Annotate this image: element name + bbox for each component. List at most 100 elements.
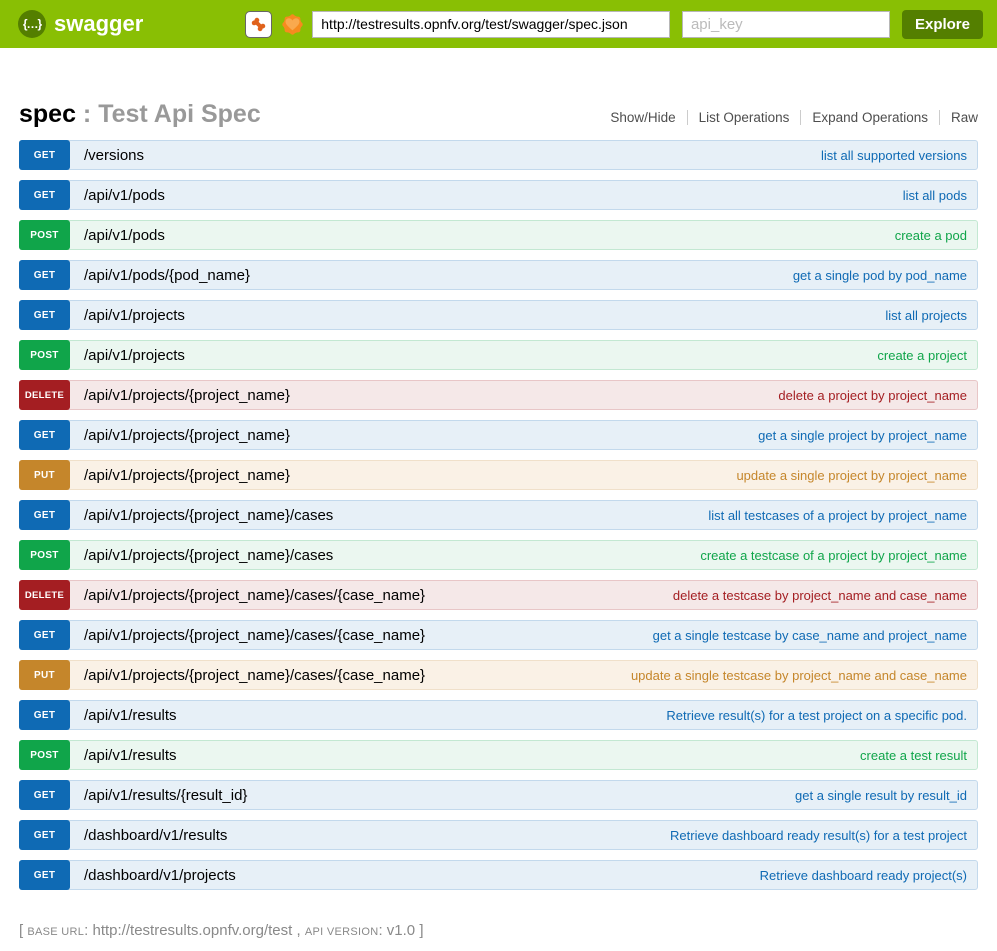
method-badge[interactable]: GET [19, 140, 70, 170]
operation-summary[interactable]: list all projects [885, 308, 967, 323]
endpoint-path[interactable]: /versions [84, 147, 821, 164]
operation-summary[interactable]: get a single result by result_id [795, 788, 967, 803]
operation-summary[interactable]: update a single testcase by project_name… [631, 668, 967, 683]
operation-row[interactable]: DELETE /api/v1/projects/{project_name}/c… [19, 580, 978, 610]
operation-row[interactable]: PUT /api/v1/projects/{project_name} upda… [19, 460, 978, 490]
method-badge[interactable]: POST [19, 540, 70, 570]
method-badge[interactable]: GET [19, 780, 70, 810]
bone-icon [249, 15, 268, 34]
endpoint-path[interactable]: /api/v1/results/{result_id} [84, 787, 795, 804]
endpoint-path[interactable]: /api/v1/projects/{project_name}/cases/{c… [84, 627, 653, 644]
endpoint-path[interactable]: /api/v1/results [84, 707, 666, 724]
bone-button[interactable] [245, 11, 272, 38]
operation-row[interactable]: GET /api/v1/projects/{project_name}/case… [19, 620, 978, 650]
operation-row[interactable]: GET /api/v1/projects/{project_name} get … [19, 420, 978, 450]
toolbar-link[interactable]: Raw [951, 110, 978, 125]
base-url-value: http://testresults.opnfv.org/test [93, 922, 293, 939]
explore-button[interactable]: Explore [902, 10, 983, 39]
method-badge[interactable]: GET [19, 820, 70, 850]
endpoint-path[interactable]: /api/v1/projects [84, 347, 877, 364]
operation-summary[interactable]: update a single project by project_name [736, 468, 967, 483]
operation-row[interactable]: GET /api/v1/projects list all projects [19, 300, 978, 330]
operation-summary[interactable]: list all supported versions [821, 148, 967, 163]
footer-bracket-close: ] [415, 922, 423, 939]
method-badge[interactable]: DELETE [19, 580, 70, 610]
method-badge[interactable]: GET [19, 180, 70, 210]
operation-summary[interactable]: create a testcase of a project by projec… [700, 548, 967, 563]
method-badge[interactable]: GET [19, 300, 70, 330]
page-title: spec : Test Api Spec [19, 100, 261, 129]
operation-row[interactable]: GET /api/v1/projects/{project_name}/case… [19, 500, 978, 530]
operation-row[interactable]: POST /api/v1/results create a test resul… [19, 740, 978, 770]
toolbar-link[interactable]: Expand Operations [812, 110, 928, 125]
endpoint-path[interactable]: /api/v1/projects [84, 307, 885, 324]
method-badge[interactable]: PUT [19, 460, 70, 490]
endpoint-path[interactable]: /api/v1/projects/{project_name}/cases/{c… [84, 587, 673, 604]
operation-row[interactable]: GET /api/v1/results/{result_id} get a si… [19, 780, 978, 810]
endpoint-path[interactable]: /api/v1/projects/{project_name}/cases [84, 507, 708, 524]
endpoint-path[interactable]: /api/v1/pods/{pod_name} [84, 267, 793, 284]
header-icon-group [245, 10, 306, 38]
method-badge[interactable]: GET [19, 700, 70, 730]
operation-summary[interactable]: create a test result [860, 748, 967, 763]
operation-row[interactable]: POST /api/v1/projects create a project [19, 340, 978, 370]
spec-url-input[interactable] [312, 11, 670, 38]
gear-heart-button[interactable] [278, 10, 306, 38]
operation-summary[interactable]: Retrieve dashboard ready project(s) [760, 868, 967, 883]
operation-summary[interactable]: get a single project by project_name [758, 428, 967, 443]
method-badge[interactable]: POST [19, 220, 70, 250]
endpoint-path[interactable]: /dashboard/v1/projects [84, 867, 760, 884]
endpoint-path[interactable]: /api/v1/projects/{project_name} [84, 387, 778, 404]
operation-row[interactable]: GET /api/v1/results Retrieve result(s) f… [19, 700, 978, 730]
operation-row[interactable]: DELETE /api/v1/projects/{project_name} d… [19, 380, 978, 410]
endpoint-path[interactable]: /api/v1/projects/{project_name} [84, 427, 758, 444]
title-separator: : [76, 100, 98, 128]
method-badge[interactable]: PUT [19, 660, 70, 690]
operation-summary[interactable]: create a pod [895, 228, 967, 243]
operation-row[interactable]: GET /dashboard/v1/results Retrieve dashb… [19, 820, 978, 850]
operation-summary[interactable]: Retrieve dashboard ready result(s) for a… [670, 828, 967, 843]
operation-row[interactable]: GET /api/v1/pods list all pods [19, 180, 978, 210]
method-badge[interactable]: GET [19, 860, 70, 890]
method-badge[interactable]: POST [19, 740, 70, 770]
operation-row[interactable]: GET /dashboard/v1/projects Retrieve dash… [19, 860, 978, 890]
method-badge[interactable]: GET [19, 500, 70, 530]
endpoint-path[interactable]: /api/v1/projects/{project_name}/cases/{c… [84, 667, 631, 684]
operation-row[interactable]: POST /api/v1/projects/{project_name}/cas… [19, 540, 978, 570]
base-url-label: BASE URL [27, 926, 84, 938]
base-url-footer: [ BASE URL: http://testresults.opnfv.org… [19, 922, 424, 939]
operation-summary[interactable]: list all testcases of a project by proje… [708, 508, 967, 523]
operation-row[interactable]: GET /versions list all supported version… [19, 140, 978, 170]
endpoint-path[interactable]: /dashboard/v1/results [84, 827, 670, 844]
endpoint-path[interactable]: /api/v1/results [84, 747, 860, 764]
operation-summary[interactable]: list all pods [903, 188, 967, 203]
footer-colon1: : [84, 922, 92, 939]
method-badge[interactable]: GET [19, 620, 70, 650]
endpoint-path[interactable]: /api/v1/pods [84, 227, 895, 244]
method-badge[interactable]: DELETE [19, 380, 70, 410]
brand-link[interactable]: {…} swagger [18, 10, 143, 38]
title-bar: spec : Test Api Spec Show/Hide List Oper… [19, 100, 978, 129]
operation-summary[interactable]: create a project [877, 348, 967, 363]
method-badge[interactable]: GET [19, 420, 70, 450]
api-key-input[interactable] [682, 11, 890, 38]
endpoint-path[interactable]: /api/v1/projects/{project_name} [84, 467, 736, 484]
toolbar-link[interactable]: Show/Hide [610, 110, 675, 125]
method-badge[interactable]: POST [19, 340, 70, 370]
operation-row[interactable]: PUT /api/v1/projects/{project_name}/case… [19, 660, 978, 690]
operation-row[interactable]: GET /api/v1/pods/{pod_name} get a single… [19, 260, 978, 290]
toolbar-link[interactable]: List Operations [699, 110, 790, 125]
footer-colon2: : [378, 922, 386, 939]
operation-summary[interactable]: delete a testcase by project_name and ca… [673, 588, 967, 603]
swagger-logo-icon: {…} [18, 10, 46, 38]
operation-summary[interactable]: delete a project by project_name [778, 388, 967, 403]
toolbar-links: Show/Hide List Operations Expand Operati… [610, 110, 978, 125]
method-badge[interactable]: GET [19, 260, 70, 290]
operation-row[interactable]: POST /api/v1/pods create a pod [19, 220, 978, 250]
endpoint-path[interactable]: /api/v1/pods [84, 187, 903, 204]
operations-list: GET /versions list all supported version… [19, 140, 978, 890]
operation-summary[interactable]: Retrieve result(s) for a test project on… [666, 708, 967, 723]
operation-summary[interactable]: get a single pod by pod_name [793, 268, 967, 283]
operation-summary[interactable]: get a single testcase by case_name and p… [653, 628, 967, 643]
endpoint-path[interactable]: /api/v1/projects/{project_name}/cases [84, 547, 700, 564]
